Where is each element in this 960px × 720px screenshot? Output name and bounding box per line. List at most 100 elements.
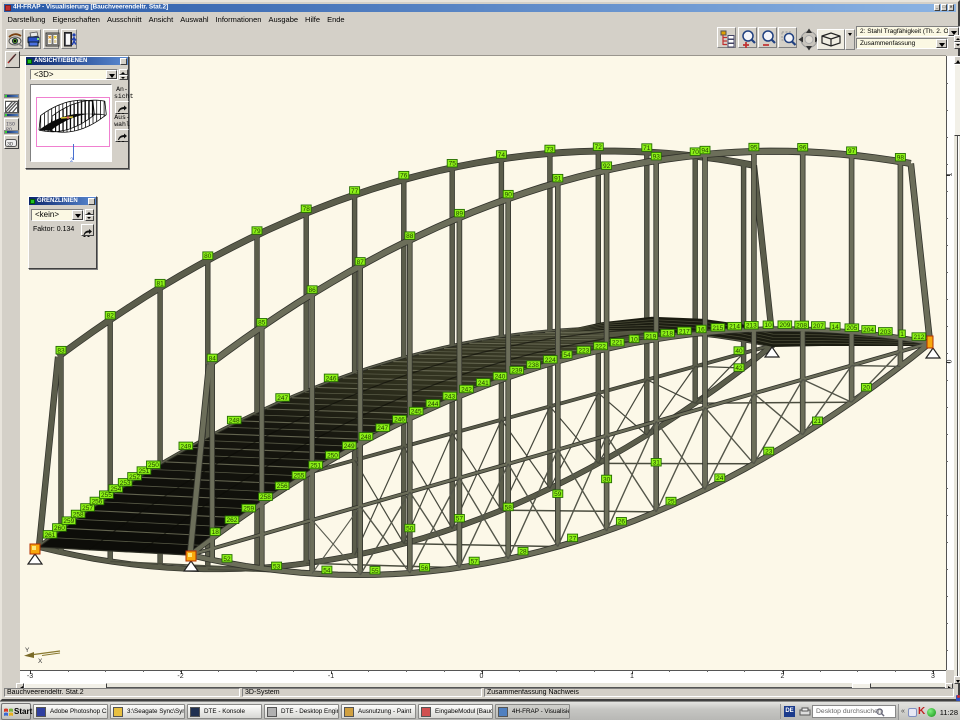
svg-text:1: 1 bbox=[900, 331, 904, 338]
svg-text:207: 207 bbox=[813, 323, 824, 330]
svg-text:20: 20 bbox=[863, 385, 871, 392]
svg-text:258: 258 bbox=[260, 494, 271, 501]
svg-text:Y: Y bbox=[25, 647, 30, 654]
svg-text:212: 212 bbox=[913, 334, 924, 341]
svg-text:96: 96 bbox=[799, 145, 807, 152]
svg-text:3D: 3D bbox=[7, 142, 13, 148]
svg-text:85: 85 bbox=[258, 320, 266, 327]
svg-text:55: 55 bbox=[371, 568, 379, 575]
svg-text:247: 247 bbox=[277, 395, 288, 402]
svg-text:238: 238 bbox=[528, 362, 539, 369]
svg-text:86: 86 bbox=[308, 287, 316, 294]
svg-text:246: 246 bbox=[394, 417, 405, 424]
svg-text:261: 261 bbox=[45, 532, 56, 539]
svg-text:24: 24 bbox=[716, 475, 724, 482]
svg-text:54: 54 bbox=[563, 352, 571, 359]
svg-text:93: 93 bbox=[653, 154, 661, 161]
svg-text:214: 214 bbox=[729, 324, 740, 331]
svg-text:254: 254 bbox=[110, 486, 121, 493]
svg-text:79: 79 bbox=[253, 228, 261, 235]
svg-text:205: 205 bbox=[846, 325, 857, 332]
svg-text:50: 50 bbox=[406, 526, 414, 533]
svg-text:241: 241 bbox=[478, 380, 489, 387]
svg-text:248: 248 bbox=[361, 434, 372, 441]
svg-text:213: 213 bbox=[746, 323, 757, 330]
svg-text:223: 223 bbox=[578, 348, 589, 355]
svg-text:10: 10 bbox=[764, 322, 772, 329]
svg-text:242: 242 bbox=[461, 386, 472, 393]
svg-text:249: 249 bbox=[344, 443, 355, 450]
svg-text:222: 222 bbox=[595, 343, 606, 350]
svg-text:251: 251 bbox=[310, 462, 321, 469]
svg-text:248: 248 bbox=[229, 418, 240, 425]
svg-text:23: 23 bbox=[765, 448, 773, 455]
svg-text:X: X bbox=[38, 658, 43, 665]
svg-text:82: 82 bbox=[107, 313, 115, 320]
svg-text:52: 52 bbox=[223, 556, 231, 563]
svg-text:57: 57 bbox=[456, 516, 464, 523]
svg-text:84: 84 bbox=[209, 355, 217, 362]
svg-text:21: 21 bbox=[814, 418, 822, 425]
svg-text:250: 250 bbox=[327, 453, 338, 460]
svg-text:217: 217 bbox=[679, 328, 690, 335]
svg-text:91: 91 bbox=[554, 176, 562, 183]
svg-text:59: 59 bbox=[554, 491, 562, 498]
svg-text:259: 259 bbox=[63, 518, 74, 525]
svg-text:246: 246 bbox=[326, 375, 337, 382]
svg-text:215: 215 bbox=[712, 325, 723, 332]
svg-text:244: 244 bbox=[428, 401, 439, 408]
svg-text:253: 253 bbox=[120, 480, 131, 487]
svg-text:78: 78 bbox=[303, 206, 311, 213]
svg-text:25: 25 bbox=[667, 499, 675, 506]
svg-text:90: 90 bbox=[505, 192, 513, 199]
svg-text:240: 240 bbox=[495, 374, 506, 381]
svg-text:257: 257 bbox=[82, 505, 93, 512]
svg-text:247: 247 bbox=[377, 425, 388, 432]
svg-text:77: 77 bbox=[351, 188, 359, 195]
svg-text:80: 80 bbox=[204, 253, 212, 260]
svg-text:31: 31 bbox=[653, 460, 661, 467]
svg-text:72: 72 bbox=[595, 144, 603, 151]
svg-text:209: 209 bbox=[779, 322, 790, 329]
svg-text:98: 98 bbox=[897, 155, 905, 162]
svg-text:89: 89 bbox=[456, 211, 464, 218]
svg-text:256: 256 bbox=[277, 483, 288, 490]
svg-text:27: 27 bbox=[569, 535, 577, 542]
svg-text:54: 54 bbox=[323, 567, 331, 574]
svg-text:255: 255 bbox=[293, 473, 304, 480]
svg-text:14: 14 bbox=[831, 324, 839, 331]
svg-text:76: 76 bbox=[400, 173, 408, 180]
svg-text:40: 40 bbox=[735, 348, 743, 355]
svg-text:255: 255 bbox=[101, 492, 112, 499]
svg-text:70: 70 bbox=[692, 149, 700, 156]
svg-text:71: 71 bbox=[643, 145, 651, 152]
svg-text:94: 94 bbox=[701, 148, 709, 155]
svg-text:97: 97 bbox=[848, 148, 856, 155]
svg-text:88: 88 bbox=[406, 233, 414, 240]
svg-text:259: 259 bbox=[243, 506, 254, 513]
svg-text:245: 245 bbox=[411, 409, 422, 416]
svg-text:56: 56 bbox=[421, 565, 429, 572]
svg-text:260: 260 bbox=[54, 525, 65, 532]
svg-text:218: 218 bbox=[662, 331, 673, 338]
svg-text:224: 224 bbox=[545, 357, 556, 364]
svg-text:250: 250 bbox=[148, 462, 159, 469]
svg-text:203: 203 bbox=[880, 329, 891, 336]
svg-text:208: 208 bbox=[796, 322, 807, 329]
svg-text:204: 204 bbox=[863, 327, 874, 334]
svg-text:92: 92 bbox=[603, 163, 611, 170]
svg-text:258: 258 bbox=[73, 511, 84, 518]
svg-text:249: 249 bbox=[180, 443, 191, 450]
svg-text:26: 26 bbox=[618, 519, 626, 526]
svg-text:57: 57 bbox=[471, 558, 479, 565]
svg-text:30: 30 bbox=[603, 476, 611, 483]
svg-text:219: 219 bbox=[645, 333, 656, 340]
svg-text:58: 58 bbox=[505, 504, 513, 511]
svg-text:81: 81 bbox=[156, 281, 164, 288]
svg-text:262: 262 bbox=[226, 517, 237, 524]
svg-text:95: 95 bbox=[750, 145, 758, 152]
svg-text:42: 42 bbox=[735, 365, 743, 372]
svg-text:10: 10 bbox=[630, 336, 638, 343]
svg-text:256: 256 bbox=[92, 498, 103, 505]
svg-text:83: 83 bbox=[57, 348, 65, 355]
